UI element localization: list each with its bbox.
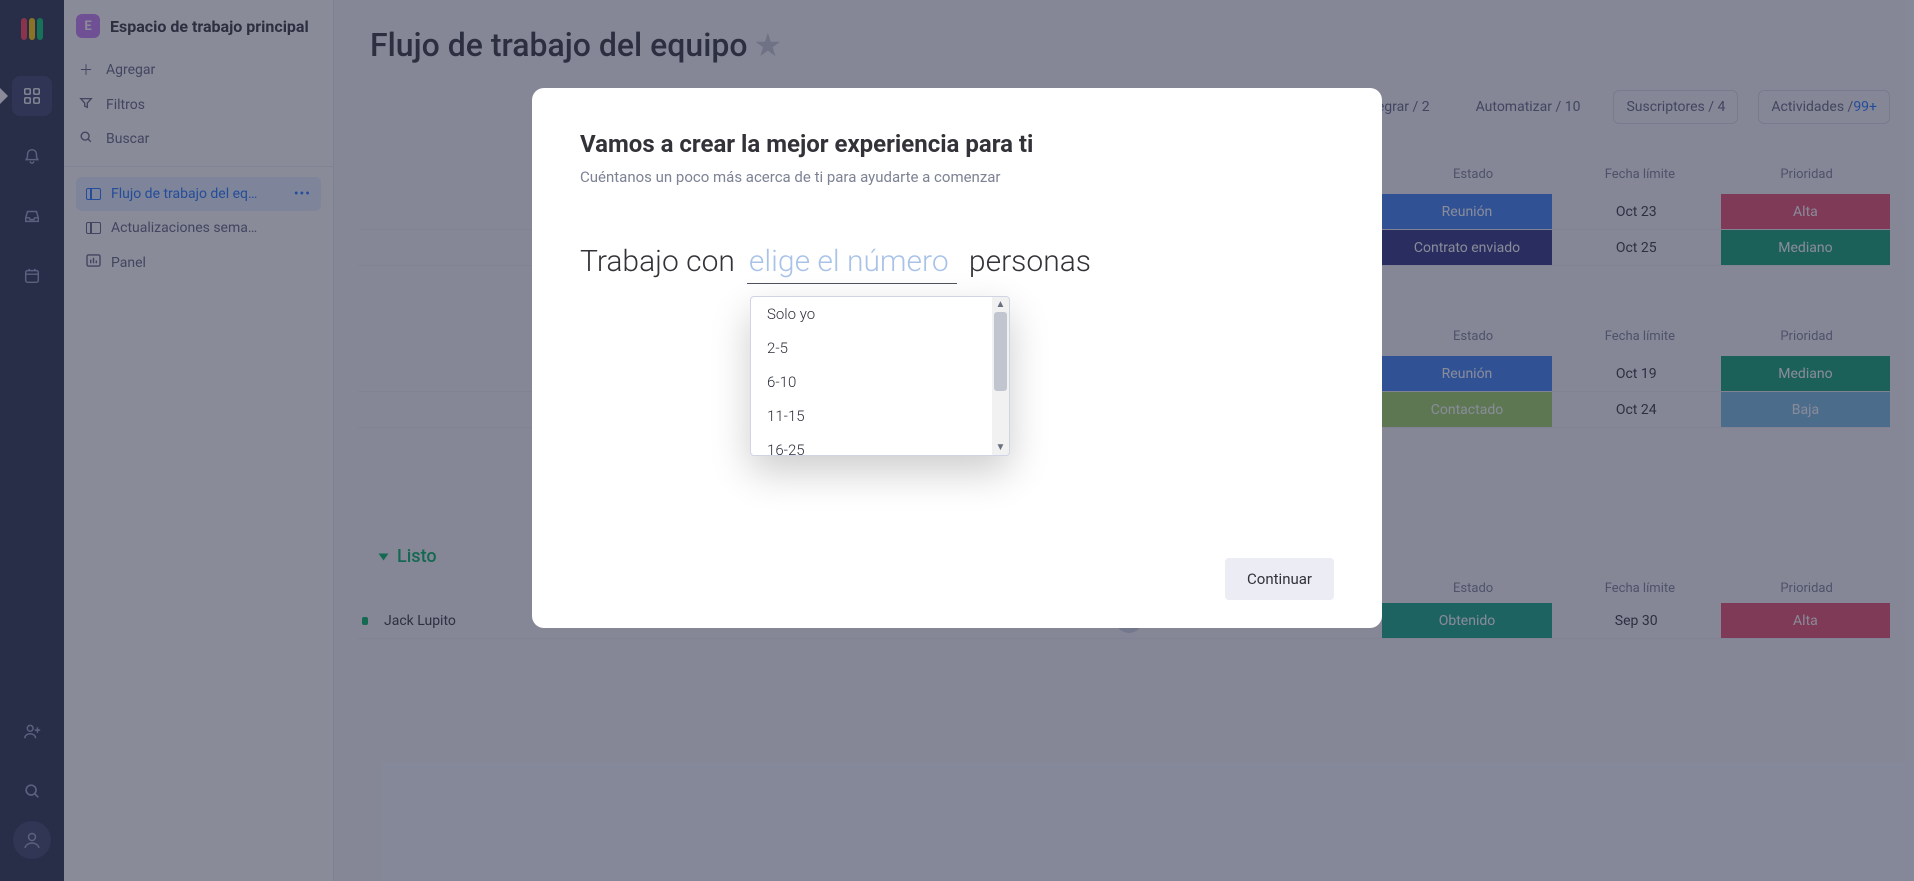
team-size-dropdown: Solo yo2-56-1011-1516-25 ▲ ▼	[750, 296, 1010, 456]
team-size-select[interactable]: elige el número	[747, 244, 957, 284]
dropdown-scrollbar[interactable]: ▲ ▼	[992, 297, 1009, 455]
dropdown-option[interactable]: 16-25	[751, 433, 992, 455]
onboarding-modal: Vamos a crear la mejor experiencia para …	[532, 88, 1382, 628]
modal-title: Vamos a crear la mejor experiencia para …	[580, 130, 1334, 158]
team-size-sentence: Trabajo con elige el número personas Sol…	[580, 244, 1334, 284]
dropdown-option[interactable]: 6-10	[751, 365, 992, 399]
scroll-down-icon[interactable]: ▼	[996, 440, 1006, 455]
modal-subtitle: Cuéntanos un poco más acerca de ti para …	[580, 168, 1334, 186]
continue-button[interactable]: Continuar	[1225, 558, 1334, 600]
dropdown-option[interactable]: Solo yo	[751, 297, 992, 331]
modal-overlay: Vamos a crear la mejor experiencia para …	[0, 0, 1914, 881]
dropdown-option[interactable]: 2-5	[751, 331, 992, 365]
scroll-up-icon[interactable]: ▲	[996, 297, 1006, 312]
sentence-pre: Trabajo con	[580, 244, 735, 279]
sentence-post: personas	[969, 244, 1091, 279]
dropdown-option[interactable]: 11-15	[751, 399, 992, 433]
